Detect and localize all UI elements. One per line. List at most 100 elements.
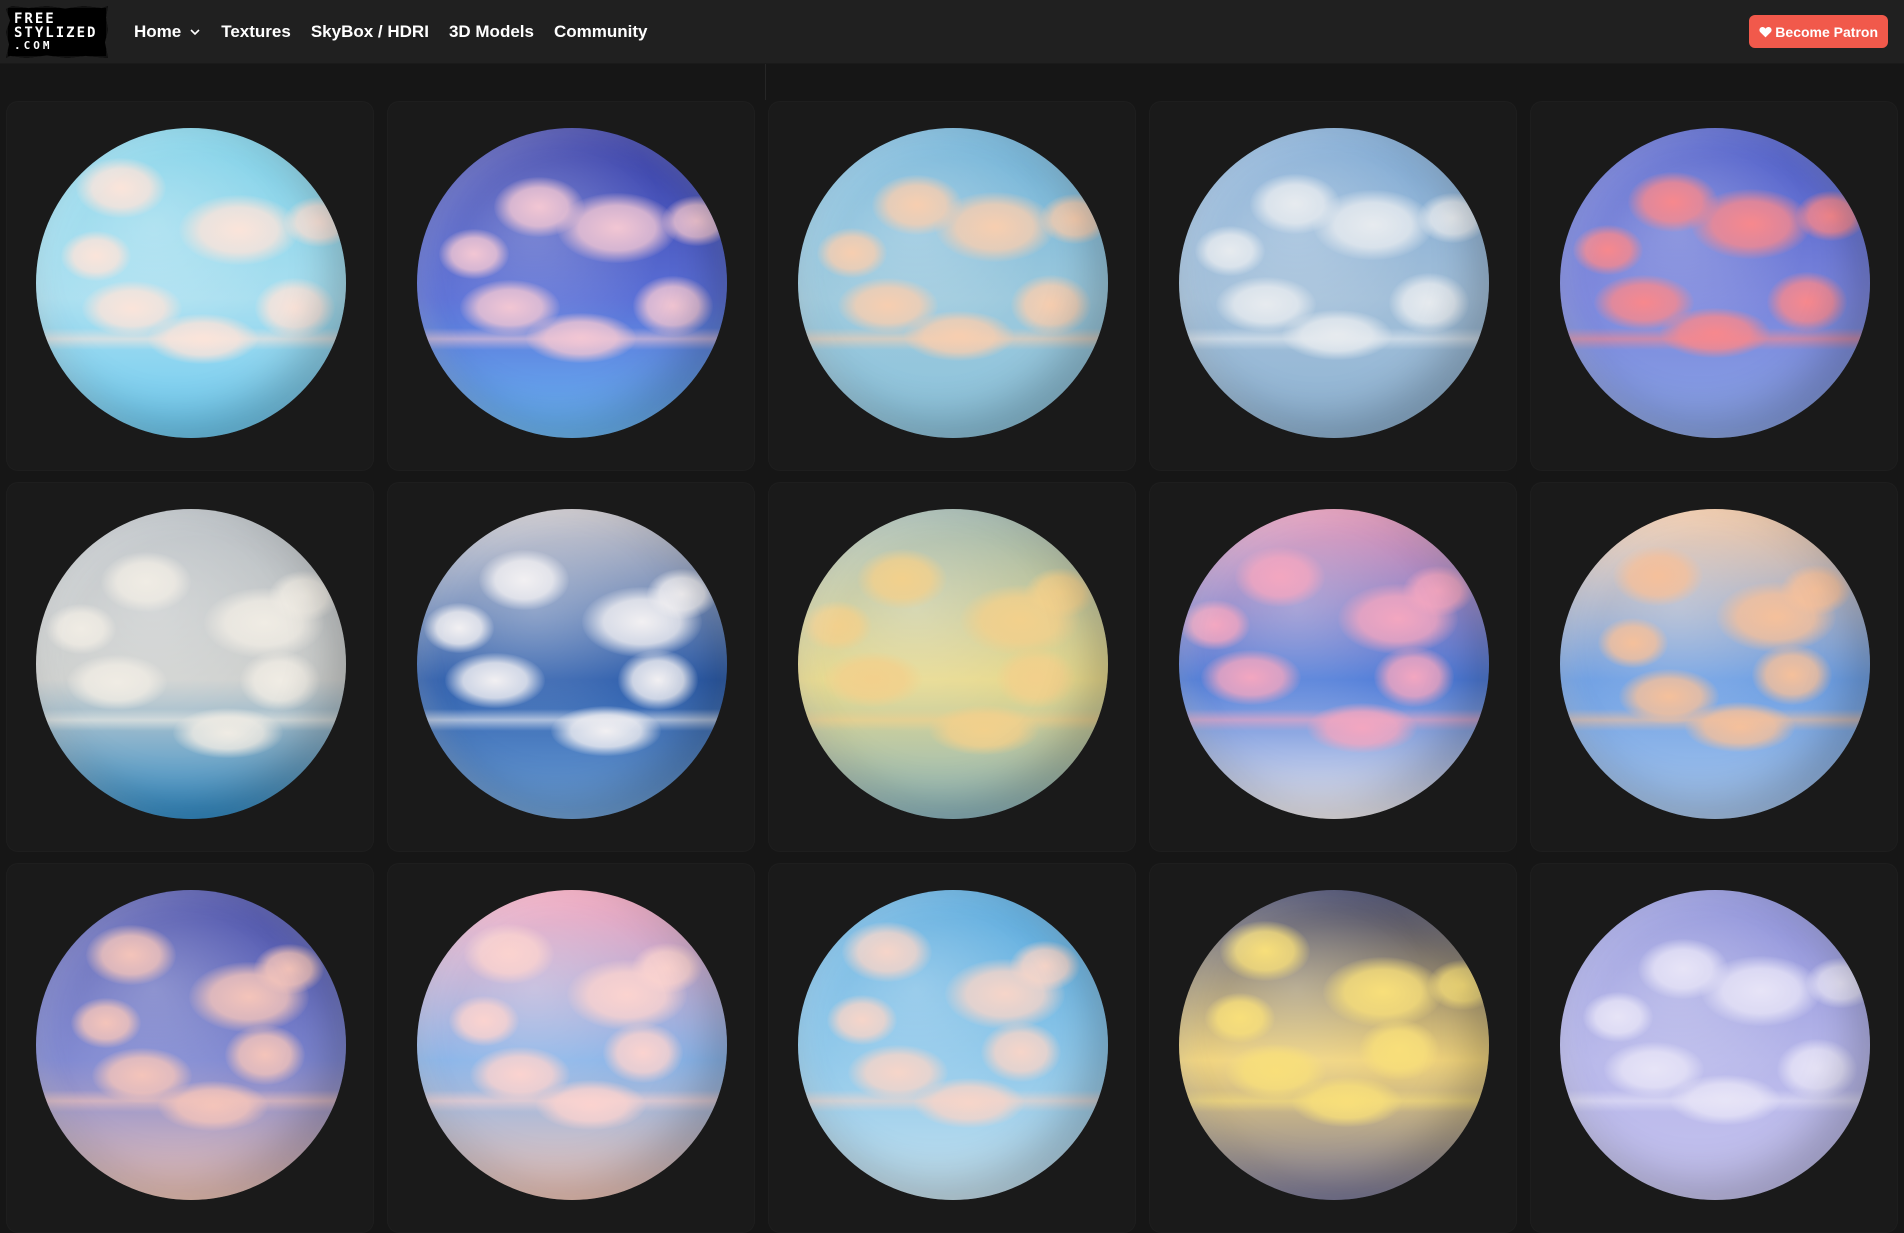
cloud-shape	[460, 279, 560, 335]
cloud-shape	[1389, 273, 1469, 333]
horizon-band	[798, 328, 1108, 350]
cloud-shape	[827, 994, 897, 1045]
cloud-shape	[1418, 192, 1488, 243]
site-logo[interactable]: FREE STYLIZED .COM	[6, 6, 108, 58]
cloud-shape	[148, 314, 258, 364]
cloud-shape	[1374, 646, 1454, 707]
horizon-band	[1179, 709, 1489, 731]
cloud-shape	[179, 194, 299, 265]
main-nav: Home Textures SkyBox / HDRI 3D Models Co…	[134, 0, 667, 64]
cloud-shape	[633, 276, 713, 336]
skybox-card[interactable]	[1149, 482, 1517, 852]
skybox-card[interactable]	[387, 101, 755, 471]
cloud-shape	[848, 1045, 948, 1100]
cloud-shape	[439, 229, 509, 279]
logo-text-line-1: FREE	[14, 11, 56, 27]
heart-icon	[1759, 26, 1772, 37]
horizon-band	[417, 709, 727, 731]
cloud-shape	[1781, 564, 1851, 615]
cloud-shape	[945, 958, 1065, 1029]
skybox-card[interactable]	[387, 863, 755, 1233]
cloud-shape	[255, 277, 335, 338]
skybox-card[interactable]	[768, 482, 1136, 852]
cloud-shape	[1403, 566, 1473, 616]
logo-text-line-3: .COM	[14, 39, 53, 52]
cloud-shape	[445, 653, 545, 708]
horizon-band	[1179, 328, 1489, 350]
nav-item-label: Community	[553, 22, 648, 41]
cloud-shape	[1235, 547, 1325, 607]
skybox-card[interactable]	[6, 482, 374, 852]
cloud-shape	[424, 602, 494, 653]
cloud-shape	[1752, 645, 1832, 705]
divider	[765, 64, 766, 100]
cloud-shape	[1205, 993, 1275, 1043]
nav-item-skybox-hdri[interactable]: SkyBox / HDRI	[311, 22, 429, 42]
cloud-shape	[1806, 958, 1870, 1008]
become-patron-button[interactable]: Become Patron	[1749, 15, 1888, 48]
cloud-shape	[1195, 226, 1265, 276]
skybox-card[interactable]	[387, 482, 755, 852]
skybox-card[interactable]	[1530, 863, 1898, 1233]
nav-item-3d-models[interactable]: 3D Models	[449, 22, 534, 42]
skybox-card[interactable]	[1530, 482, 1898, 852]
horizon-band	[798, 1090, 1108, 1112]
skybox-card[interactable]	[6, 863, 374, 1233]
cloud-shape	[225, 1024, 305, 1085]
skybox-card[interactable]	[6, 101, 374, 471]
skybox-preview-sphere	[417, 509, 727, 819]
skybox-preview-sphere	[1179, 890, 1489, 1200]
cloud-shape	[904, 311, 1014, 361]
cloud-shape	[86, 925, 176, 985]
cloud-shape	[67, 654, 167, 710]
cloud-shape	[1583, 991, 1653, 1042]
cloud-shape	[1604, 1042, 1704, 1097]
cloud-shape	[1282, 309, 1392, 360]
cloud-shape	[1226, 1043, 1326, 1099]
cloud-shape	[1767, 271, 1847, 332]
cloud-shape	[662, 195, 727, 246]
cloud-shape	[1670, 1075, 1780, 1125]
cloud-shape	[1250, 173, 1340, 234]
skybox-preview-sphere	[1560, 509, 1870, 819]
cloud-shape	[173, 707, 283, 758]
cloud-shape	[842, 922, 932, 982]
skybox-card[interactable]	[768, 101, 1136, 471]
cloud-shape	[929, 704, 1039, 755]
skybox-card[interactable]	[768, 863, 1136, 1233]
cloud-shape	[470, 1046, 570, 1102]
skybox-preview-sphere	[36, 509, 346, 819]
cloud-shape	[158, 1081, 268, 1131]
cloud-shape	[536, 1079, 646, 1130]
cloud-shape	[71, 997, 141, 1048]
nav-item-community[interactable]: Community	[554, 22, 648, 42]
cloud-shape	[204, 588, 324, 658]
cloud-shape	[1573, 224, 1643, 275]
nav-item-textures[interactable]: Textures	[221, 22, 291, 42]
horizon-band	[36, 709, 346, 731]
cloud-shape	[823, 651, 923, 707]
cloud-shape	[817, 227, 887, 278]
cloud-shape	[101, 551, 191, 612]
cloud-shape	[61, 230, 131, 281]
horizon-band	[36, 328, 346, 350]
skybox-card[interactable]	[1530, 101, 1898, 471]
top-navbar: FREE STYLIZED .COM Home Textures SkyBox …	[0, 0, 1904, 64]
skybox-preview-sphere	[417, 890, 727, 1200]
cloud-shape	[1691, 188, 1811, 259]
cloud-shape	[1201, 650, 1301, 705]
skybox-card[interactable]	[1149, 863, 1517, 1233]
cloud-shape	[269, 570, 339, 621]
nav-item-home[interactable]: Home	[134, 22, 201, 42]
horizon-band	[417, 328, 727, 350]
cloud-shape	[1025, 567, 1095, 618]
skybox-preview-sphere	[1179, 509, 1489, 819]
cloud-shape	[494, 176, 584, 237]
cloud-shape	[603, 1023, 683, 1083]
skybox-card[interactable]	[1149, 101, 1517, 471]
cloud-shape	[76, 158, 166, 218]
horizon-band	[1560, 328, 1870, 350]
cloud-shape	[1216, 276, 1316, 332]
skybox-preview-sphere	[1560, 890, 1870, 1200]
cloud-shape	[1598, 618, 1668, 668]
